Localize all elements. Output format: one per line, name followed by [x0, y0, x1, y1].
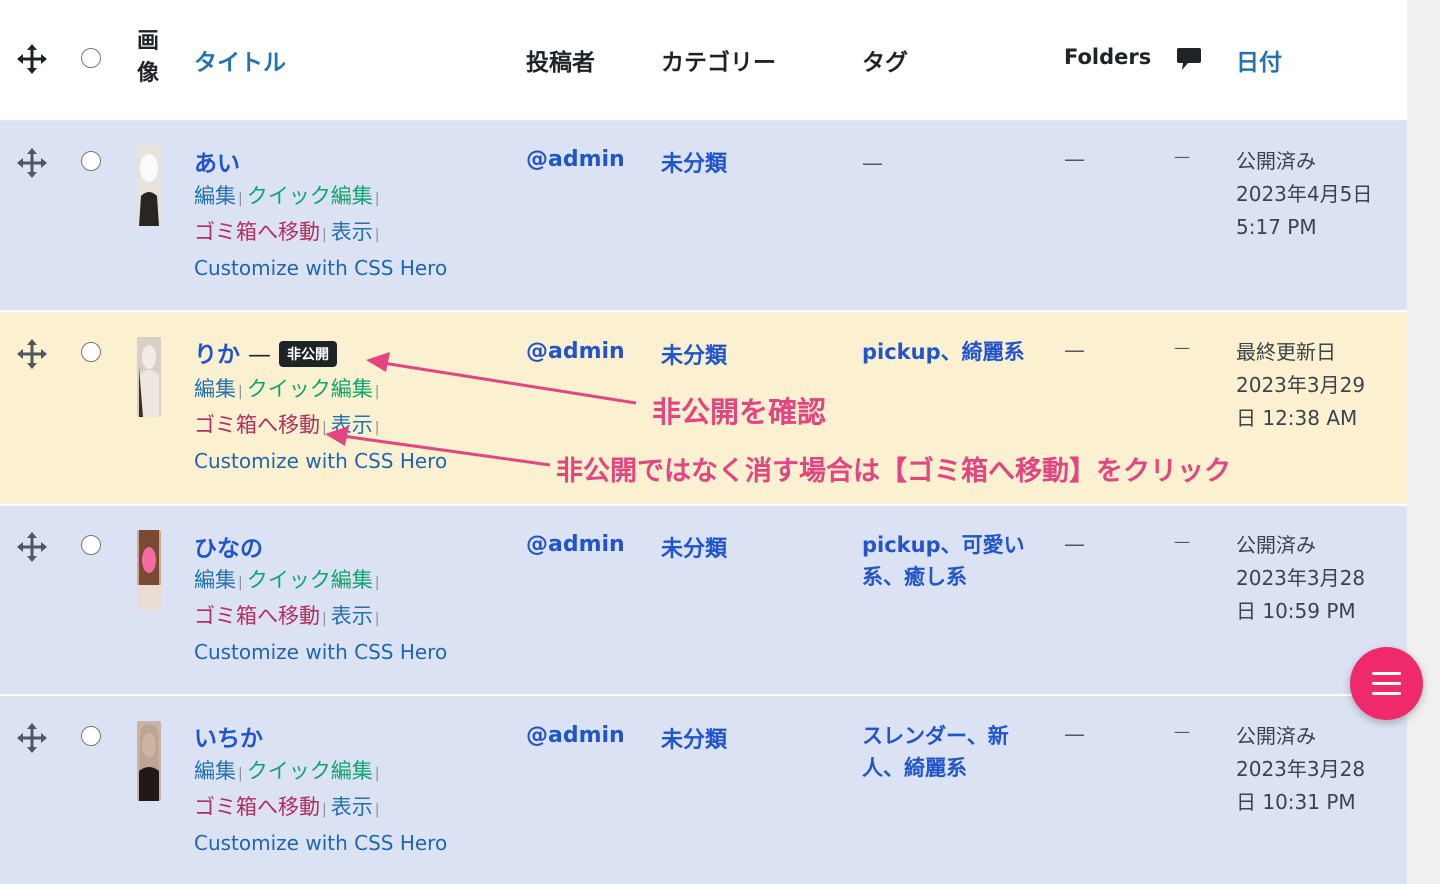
hamburger-icon: [1372, 672, 1401, 675]
arrow-to-private-badge: [382, 361, 637, 405]
annotation-arrows: [325, 352, 637, 467]
annotation-confirm-private: 非公開を確認: [652, 395, 827, 429]
arrowhead-private-badge: [366, 352, 390, 372]
arrowhead-trash-link: [325, 426, 349, 446]
annotation-trash-instruction: 非公開ではなく消す場合は【ゴミ箱へ移動】をクリック: [556, 456, 1231, 487]
arrow-to-trash-link: [341, 434, 551, 467]
menu-fab-button[interactable]: [1350, 647, 1423, 720]
